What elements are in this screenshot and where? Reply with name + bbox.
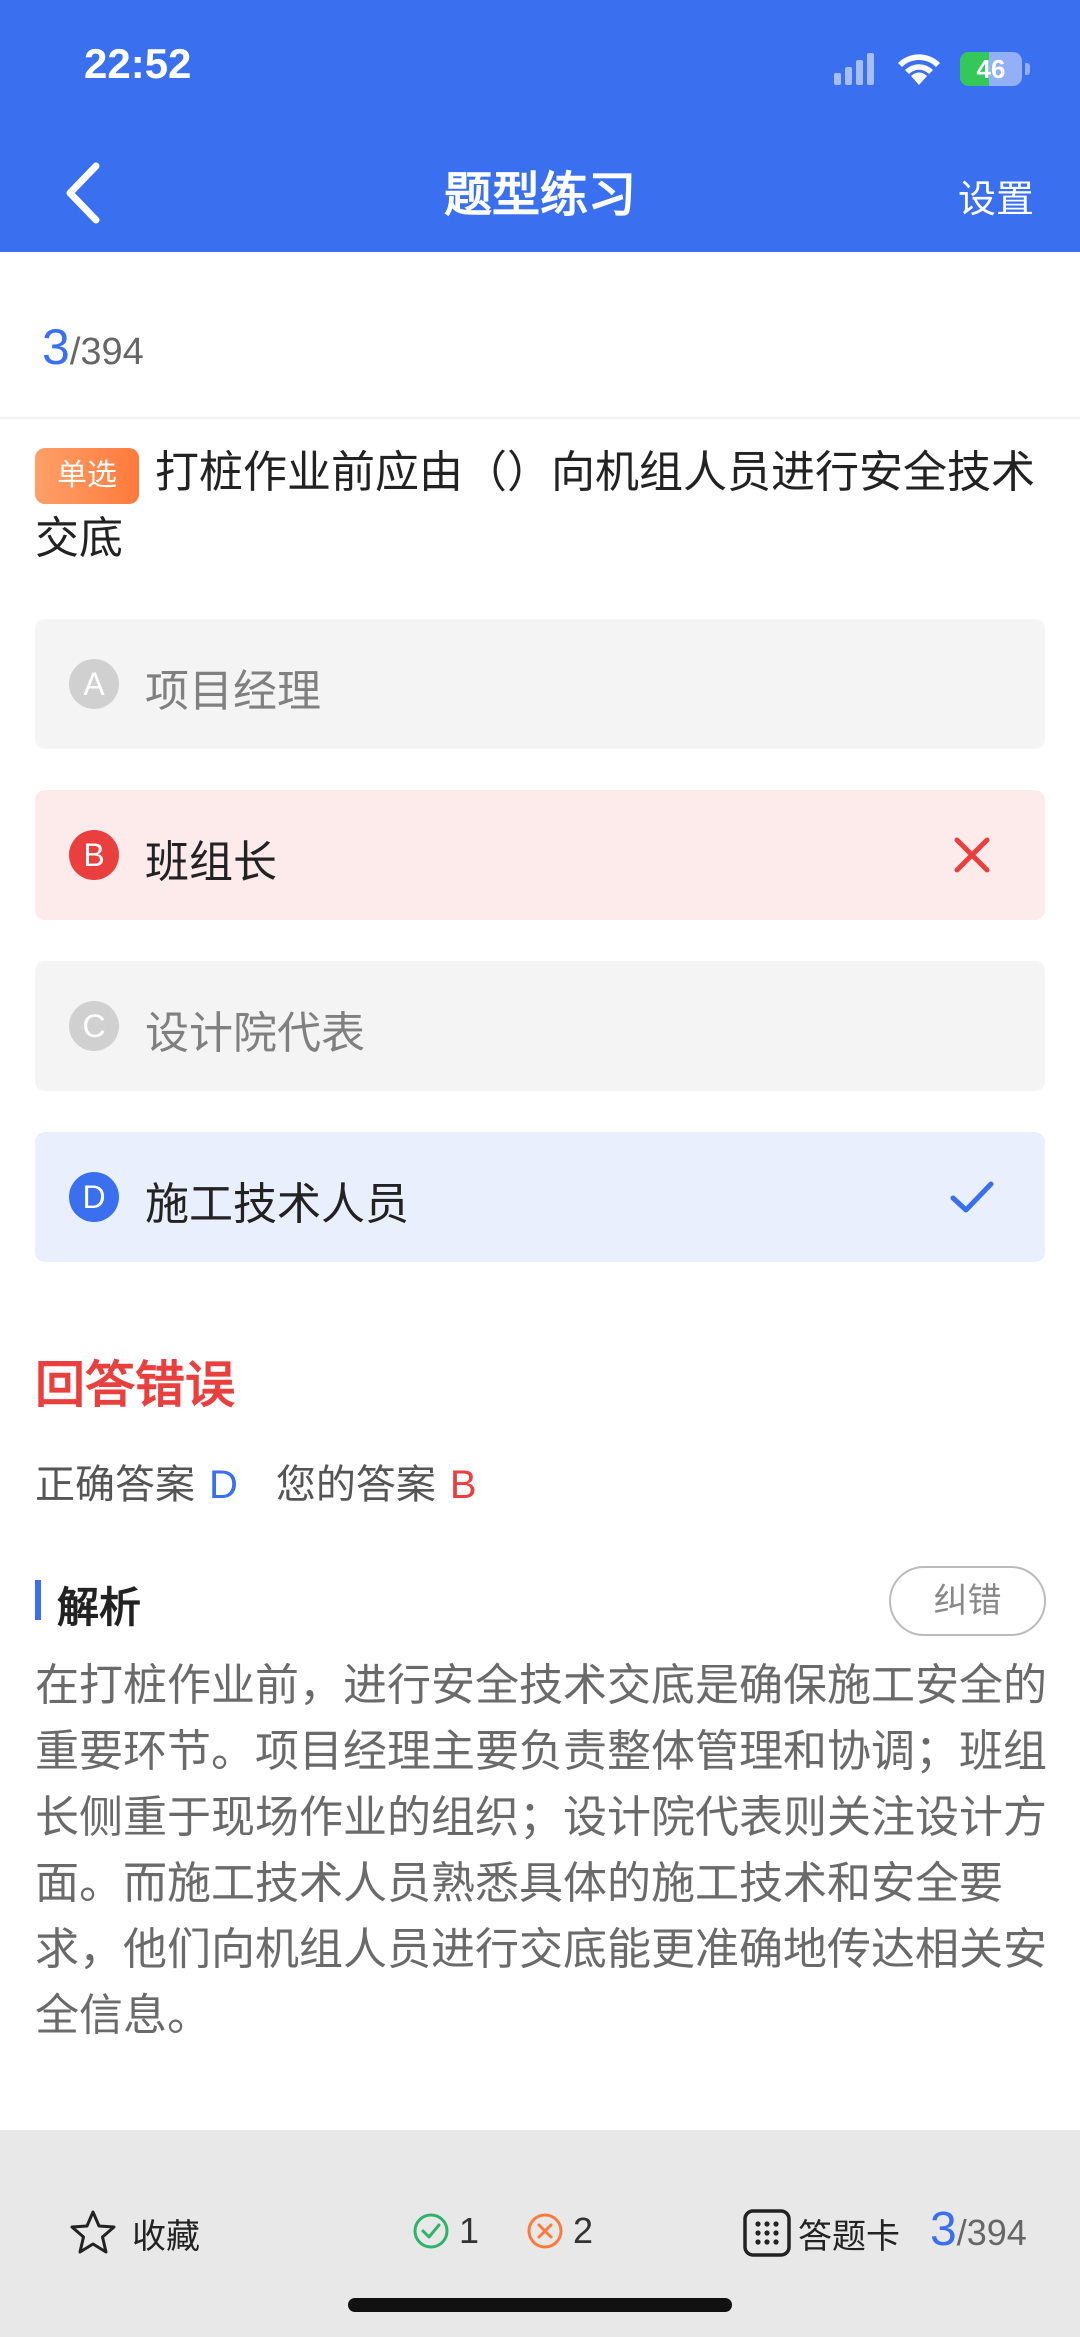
wrong-count: 2 xyxy=(525,2210,593,2252)
option-text: 班组长 xyxy=(145,837,277,888)
page-title: 题型练习 xyxy=(443,167,636,223)
favorite-button[interactable]: 收藏 xyxy=(68,2208,200,2258)
question-progress: 3/394 xyxy=(42,318,144,376)
answer-card-button[interactable]: 答题卡 xyxy=(742,2208,900,2258)
analysis-text: 在打桩作业前，进行安全技术交底是确保施工安全的重要环节。项目经理主要负责整体管理… xyxy=(35,1660,1047,2041)
your-answer-value: B xyxy=(449,1463,477,1507)
answer-card-label: 答题卡 xyxy=(798,2216,900,2257)
report-error-button[interactable]: 纠错 xyxy=(889,1566,1046,1636)
option-letter: D xyxy=(69,1172,119,1222)
divider xyxy=(0,417,1080,419)
section-accent-bar xyxy=(35,1580,41,1620)
question-text: 打桩作业前应由（）向机组人员进行安全技术交底 xyxy=(35,447,1035,564)
correct-count-value: 1 xyxy=(459,2210,480,2251)
result-title: 回答错误 xyxy=(35,1356,235,1414)
wifi-icon xyxy=(898,54,940,85)
correct-answer-value: D xyxy=(209,1463,238,1507)
check-circle-icon xyxy=(413,2213,449,2249)
status-icons: 46 xyxy=(834,48,1030,90)
answer-summary: 正确答案 D 您的答案 B xyxy=(35,1452,515,1510)
option-d[interactable]: D 施工技术人员 xyxy=(35,1132,1045,1262)
option-text: 施工技术人员 xyxy=(145,1179,409,1230)
your-answer-label: 您的答案 xyxy=(275,1462,436,1508)
bottom-progress-current: 3 xyxy=(930,2203,957,2256)
favorite-label: 收藏 xyxy=(132,2216,200,2257)
question-type-badge: 单选 xyxy=(35,448,139,504)
status-time: 22:52 xyxy=(84,40,192,87)
option-letter: B xyxy=(69,830,119,880)
progress-total: /394 xyxy=(69,331,144,373)
option-letter: A xyxy=(69,659,119,709)
battery-charging-icon: 46 xyxy=(960,52,1022,86)
star-icon xyxy=(70,2210,116,2254)
option-b[interactable]: B 班组长 xyxy=(35,790,1045,920)
option-text: 设计院代表 xyxy=(145,1008,365,1059)
battery-level: 46 xyxy=(976,54,1006,84)
option-text: 项目经理 xyxy=(145,666,321,717)
correct-count: 1 xyxy=(411,2210,479,2252)
x-icon xyxy=(954,837,990,873)
option-c[interactable]: C 设计院代表 xyxy=(35,961,1045,1091)
option-letter: C xyxy=(69,1001,119,1051)
progress-current: 3 xyxy=(42,319,70,375)
signal-icon xyxy=(834,53,874,85)
grid-icon xyxy=(743,2209,791,2257)
x-circle-icon xyxy=(527,2213,563,2249)
analysis-title: 解析 xyxy=(57,1583,142,1632)
checkmark-icon xyxy=(950,1181,994,1213)
settings-button[interactable]: 设置 xyxy=(958,168,1034,223)
correct-answer-label: 正确答案 xyxy=(35,1462,195,1508)
home-indicator xyxy=(348,2298,732,2312)
wrong-count-value: 2 xyxy=(573,2210,594,2251)
bottom-progress: 3/394 xyxy=(930,2202,1027,2257)
option-a[interactable]: A 项目经理 xyxy=(35,619,1045,749)
bottom-progress-total: /394 xyxy=(956,2212,1027,2253)
